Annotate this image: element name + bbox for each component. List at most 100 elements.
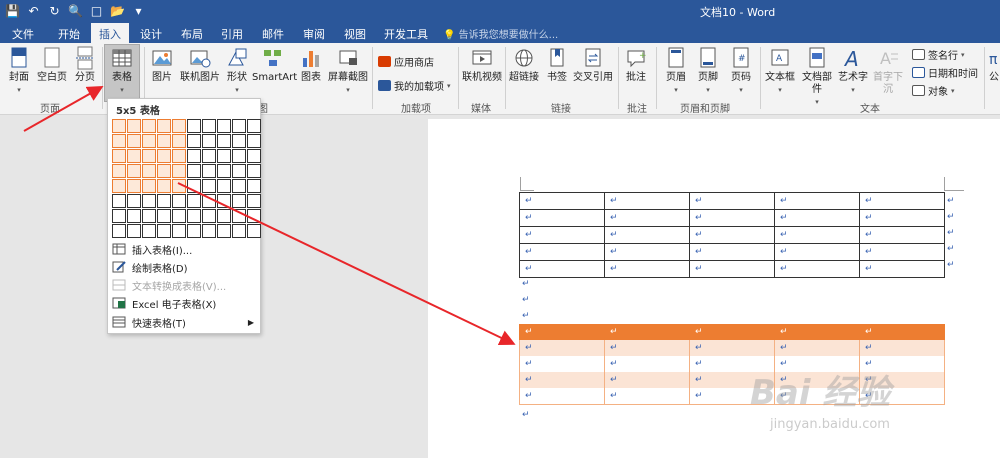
page-number-button[interactable]: # 页码 ▾	[727, 46, 755, 96]
table-size-cell[interactable]	[172, 224, 186, 238]
table-size-cell[interactable]	[112, 164, 126, 178]
table-cell[interactable]: ↵	[519, 356, 605, 372]
cover-button[interactable]: 封面 ▾	[6, 46, 32, 96]
table-size-cell[interactable]	[187, 179, 201, 193]
table-size-cell[interactable]	[112, 149, 126, 163]
table-size-cell[interactable]	[232, 179, 246, 193]
chart-button[interactable]: 图表	[298, 46, 324, 84]
quick-tables-item[interactable]: 快速表格(T) ▶	[112, 313, 258, 331]
table-size-cell[interactable]	[127, 209, 141, 223]
online-video-button[interactable]: 联机视频	[462, 46, 502, 84]
customize-qat-icon[interactable]: ▾	[130, 3, 147, 20]
table-size-cell[interactable]	[157, 134, 171, 148]
table-size-cell[interactable]	[232, 194, 246, 208]
insert-table-item[interactable]: 插入表格(I)...	[112, 240, 258, 258]
wordart-button[interactable]: A 艺术字 ▾	[838, 46, 868, 96]
table-size-cell[interactable]	[247, 119, 261, 133]
table-size-cell[interactable]	[157, 164, 171, 178]
signature-line-button[interactable]: 签名行 ▾	[912, 47, 965, 62]
table-size-cell[interactable]	[247, 209, 261, 223]
table-size-cell[interactable]	[202, 224, 216, 238]
tab-developer[interactable]: 开发工具	[384, 26, 428, 42]
table-cell[interactable]: ↵	[689, 226, 775, 244]
quick-parts-button[interactable]: 文档部件 ▾	[798, 46, 836, 108]
blank-page-button[interactable]: 空白页	[36, 46, 68, 84]
table-size-cell[interactable]	[142, 149, 156, 163]
table-cell[interactable]: ↵	[689, 260, 775, 278]
table-size-cell[interactable]	[187, 134, 201, 148]
table-cell[interactable]: ↵	[604, 243, 690, 261]
undo-icon[interactable]: ↶	[25, 3, 42, 20]
table-cell[interactable]: ↵	[774, 324, 860, 340]
table-size-cell[interactable]	[232, 134, 246, 148]
table-size-cell[interactable]	[172, 194, 186, 208]
table-cell[interactable]: ↵	[859, 260, 945, 278]
table-size-cell[interactable]	[142, 209, 156, 223]
table-size-cell[interactable]	[232, 119, 246, 133]
table-cell[interactable]: ↵	[604, 372, 690, 388]
table-cell[interactable]: ↵	[519, 340, 605, 356]
table-cell[interactable]: ↵	[604, 209, 690, 227]
table-size-cell[interactable]	[202, 164, 216, 178]
table-size-cell[interactable]	[172, 119, 186, 133]
table-cell[interactable]: ↵	[519, 324, 605, 340]
tab-references[interactable]: 引用	[221, 26, 243, 42]
table-size-cell[interactable]	[202, 179, 216, 193]
table-size-cell[interactable]	[217, 134, 231, 148]
cross-reference-button[interactable]: 交叉引用	[572, 46, 614, 84]
table-size-cell[interactable]	[187, 209, 201, 223]
open-folder-icon[interactable]: 📂	[109, 3, 126, 20]
save-icon[interactable]: 💾	[4, 3, 21, 20]
table-cell[interactable]: ↵	[774, 209, 860, 227]
tab-design[interactable]: 设计	[140, 26, 162, 42]
table-size-cell[interactable]	[247, 164, 261, 178]
table-size-cell[interactable]	[172, 164, 186, 178]
plain-table[interactable]: ↵ ↵ ↵ ↵ ↵ ↵ ↵ ↵ ↵ ↵ ↵ ↵ ↵ ↵ ↵ ↵ ↵ ↵ ↵ ↵ ↵ ↵ ↵ ↵ ↵	[519, 192, 945, 278]
table-size-grid[interactable]	[112, 119, 261, 238]
table-size-cell[interactable]	[127, 134, 141, 148]
table-size-cell[interactable]	[217, 119, 231, 133]
table-size-cell[interactable]	[202, 209, 216, 223]
table-cell[interactable]: ↵	[604, 324, 690, 340]
tab-insert[interactable]: 插入	[91, 23, 129, 44]
table-size-cell[interactable]	[187, 224, 201, 238]
table-size-cell[interactable]	[217, 164, 231, 178]
table-cell[interactable]: ↵	[604, 260, 690, 278]
table-size-cell[interactable]	[127, 149, 141, 163]
table-cell[interactable]: ↵	[774, 226, 860, 244]
table-cell[interactable]: ↵	[689, 209, 775, 227]
table-button[interactable]: 表格 ▾	[107, 46, 137, 96]
table-size-cell[interactable]	[202, 194, 216, 208]
table-size-cell[interactable]	[217, 194, 231, 208]
table-size-cell[interactable]	[247, 224, 261, 238]
shapes-button[interactable]: 形状 ▾	[224, 46, 250, 96]
table-size-cell[interactable]	[142, 194, 156, 208]
text-box-button[interactable]: A 文本框 ▾	[764, 46, 796, 96]
drop-cap-button[interactable]: A 首字下沉	[869, 46, 907, 96]
table-cell[interactable]: ↵	[689, 192, 775, 210]
online-pictures-button[interactable]: 联机图片	[178, 46, 222, 84]
redo-icon[interactable]: ↻	[46, 3, 63, 20]
table-size-cell[interactable]	[232, 164, 246, 178]
table-size-cell[interactable]	[247, 134, 261, 148]
table-size-cell[interactable]	[157, 194, 171, 208]
table-size-cell[interactable]	[112, 119, 126, 133]
table-size-cell[interactable]	[127, 179, 141, 193]
table-size-cell[interactable]	[142, 164, 156, 178]
tab-file[interactable]: 文件	[12, 26, 34, 42]
table-cell[interactable]: ↵	[689, 340, 775, 356]
document-page[interactable]: ↵ ↵ ↵ ↵ ↵ ↵ ↵ ↵ ↵ ↵ ↵ ↵ ↵ ↵ ↵ ↵ ↵ ↵ ↵ ↵ ↵ ↵ ↵ ↵ ↵ ↵ ↵ ↵ ↵ ↵ …	[428, 119, 1000, 458]
table-cell[interactable]: ↵	[604, 356, 690, 372]
screenshot-button[interactable]: 屏幕截图 ▾	[327, 46, 369, 96]
table-size-cell[interactable]	[187, 119, 201, 133]
hyperlink-button[interactable]: 超链接	[509, 46, 539, 84]
table-size-cell[interactable]	[172, 209, 186, 223]
table-cell[interactable]: ↵	[519, 260, 605, 278]
print-preview-icon[interactable]: 🔍	[67, 3, 84, 20]
table-size-cell[interactable]	[157, 224, 171, 238]
table-size-cell[interactable]	[217, 149, 231, 163]
table-size-cell[interactable]	[157, 119, 171, 133]
my-addins-button[interactable]: 我的加载项 ▾	[378, 78, 451, 93]
table-cell[interactable]: ↵	[519, 243, 605, 261]
page-break-button[interactable]: 分页	[72, 46, 98, 84]
